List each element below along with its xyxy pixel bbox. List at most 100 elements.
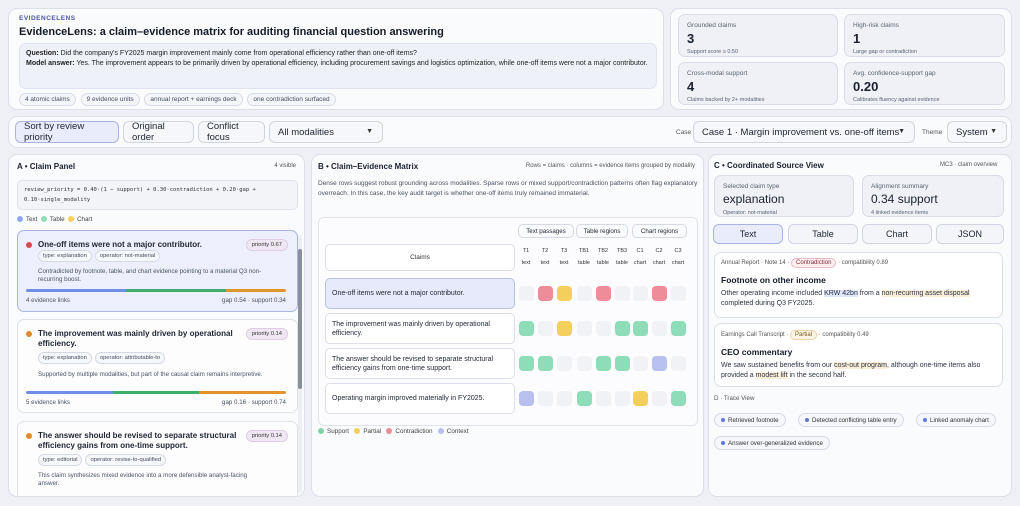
legend-label: Support [327,428,350,435]
source-excerpt: We saw sustained benefits from our cost-… [721,361,1001,381]
claim-panel: A • Claim Panel 4 visible review_priorit… [8,154,305,497]
column-kind: table [578,260,590,266]
source-card[interactable]: Annual Report · Note 14 · Contradiction … [714,252,1003,318]
matrix-cell-empty [671,356,686,371]
matrix-cell-support[interactable] [615,356,630,371]
column-header-tb1: TB1 table [575,247,593,267]
matrix-cell-empty [596,391,611,406]
chevron-down-icon: ▼ [898,128,905,135]
matrix-cell-support[interactable] [519,356,534,371]
matrix-cell-support[interactable] [519,321,534,336]
claim-description: Contradicted by footnote, table, and cha… [38,268,262,283]
claim-title: The improvement was mainly driven by ope… [38,329,233,348]
trace-step[interactable]: Answer over-generalized evidence [714,436,830,450]
matrix-cell-support[interactable] [671,391,686,406]
claim-tags: type: explanation operator: attributable-… [38,352,168,364]
excerpt-text: We saw sustained benefits from our [721,362,835,369]
claim-card[interactable]: One-off items were not a major contribut… [17,230,298,312]
source-meta: Earnings Call Transcript · Partial · com… [721,330,869,340]
column-kind: table [597,260,609,266]
matrix-cell-partial[interactable] [557,321,572,336]
toolbar-card: Sort by review priority Original order C… [8,116,1012,148]
trace-dot [721,418,725,422]
trace-step[interactable]: Linked anomaly chart [916,413,996,427]
trace-label: Retrieved footnote [728,416,779,424]
claim-card[interactable]: The improvement was mainly driven by ope… [17,319,298,413]
type-tag: type: explanation [38,250,92,262]
selected-claim-type: Selected claim type explanation Operator… [714,175,854,217]
summary-pills: 4 atomic claims 9 evidence units annual … [19,93,339,106]
column-header-c2: C2 chart [650,247,668,267]
support-legend-dot [318,428,324,435]
tab-table[interactable]: Table [788,224,858,244]
tab-json[interactable]: JSON [936,224,1004,244]
legend-label: Text [26,216,38,223]
matrix-cell-support[interactable] [577,391,592,406]
matrix-cell-context[interactable] [519,391,534,406]
visible-count: 4 visible [274,163,296,169]
stat-label: High-risk claims [853,22,899,29]
matrix-cell-partial[interactable] [557,286,572,301]
source-panel-subtitle: MC3 · claim overview [940,162,998,168]
matrix-row-label[interactable]: The improvement was mainly driven by ope… [325,313,515,344]
claim-card[interactable]: The answer should be revised to separate… [17,421,298,496]
claim-metrics: gap 0.16 · support 0.74 [222,399,286,406]
source-compatibility: · compatibility 0.89 [838,260,889,266]
column-id: TB3 [616,248,628,254]
sort-review-priority-button[interactable]: Sort by review priority [15,121,119,143]
matrix-row-label[interactable]: The answer should be revised to separate… [325,348,515,379]
claim-description: Supported by multiple modalities, but pa… [38,371,263,378]
legend-label: Contradiction [395,428,433,435]
tab-chart[interactable]: Chart [862,224,932,244]
claim-metrics: gap 0.54 · support 0.34 [222,297,286,304]
claim-footer: 4 evidence links gap 0.54 · support 0.34 [26,297,286,304]
matrix-cell-support[interactable] [596,356,611,371]
column-kind: text [521,260,531,266]
tab-text[interactable]: Text [713,224,783,244]
case-label: Case [676,129,692,136]
trace-step[interactable]: Retrieved footnote [714,413,786,427]
conflict-focus-button[interactable]: Conflict focus [198,121,265,143]
stat-sub: Support score ≥ 0.50 [687,49,739,55]
matrix-cell-support[interactable] [671,321,686,336]
matrix-cell-support[interactable] [538,356,553,371]
status-dot [26,242,32,248]
column-id: T1 [522,248,530,254]
column-header-tb2: TB2 table [594,247,612,267]
matrix-cell-context[interactable] [652,356,667,371]
trace-step[interactable]: Detected conflicting table entry [798,413,904,427]
stat-high-risk-claims: High-risk claims 1 Large gap or contradi… [844,14,1005,57]
theme-select-value: System [956,126,988,138]
source-card[interactable]: Earnings Call Transcript · Partial · com… [714,323,1003,387]
matrix-cell-contradiction[interactable] [652,286,667,301]
scrollbar-track[interactable] [298,235,302,493]
priority-badge: priority 0.67 [245,239,288,251]
alignment-sub: 4 linked evidence items [871,210,929,216]
stat-cross-modal: Cross-modal support 4 Claims backed by 2… [678,62,838,105]
claim-description: This claim synthesizes mixed evidence in… [38,472,248,487]
case-select[interactable]: Case 1 · Margin improvement vs. one-off … [693,121,915,143]
highlight-phrase: modest lift [755,372,788,379]
modality-select[interactable]: All modalities ▼ [269,121,383,143]
matrix-cell-support[interactable] [633,321,648,336]
matrix-cell-empty [519,286,534,301]
matrix-cell-partial[interactable] [633,391,648,406]
stat-grounded-claims: Grounded claims 3 Support score ≥ 0.50 [678,14,838,57]
scrollbar-thumb[interactable] [298,249,302,389]
theme-select[interactable]: System ▼ [947,121,1007,143]
matrix-cell-contradiction[interactable] [538,286,553,301]
original-order-button[interactable]: Original order [123,121,194,143]
column-id: C3 [674,248,682,254]
matrix-row-label[interactable]: One-off items were not a major contribut… [325,278,515,309]
matrix-cell-contradiction[interactable] [596,286,611,301]
matrix-row-label[interactable]: Operating margin improved materially in … [325,383,515,414]
source-excerpt: Other operating income included KRW 42bn… [721,289,997,309]
matrix-cell-support[interactable] [615,321,630,336]
contradiction-legend-dot [386,428,393,435]
trace-label: Linked anomaly chart [930,416,989,424]
excerpt-text: completed during Q3 FY2025. [721,300,815,307]
operator-tag: operator: revise-to-qualified [85,454,167,466]
stat-value: 4 [687,79,695,94]
question-label: Question: [26,50,59,57]
trace-dot [805,418,809,422]
